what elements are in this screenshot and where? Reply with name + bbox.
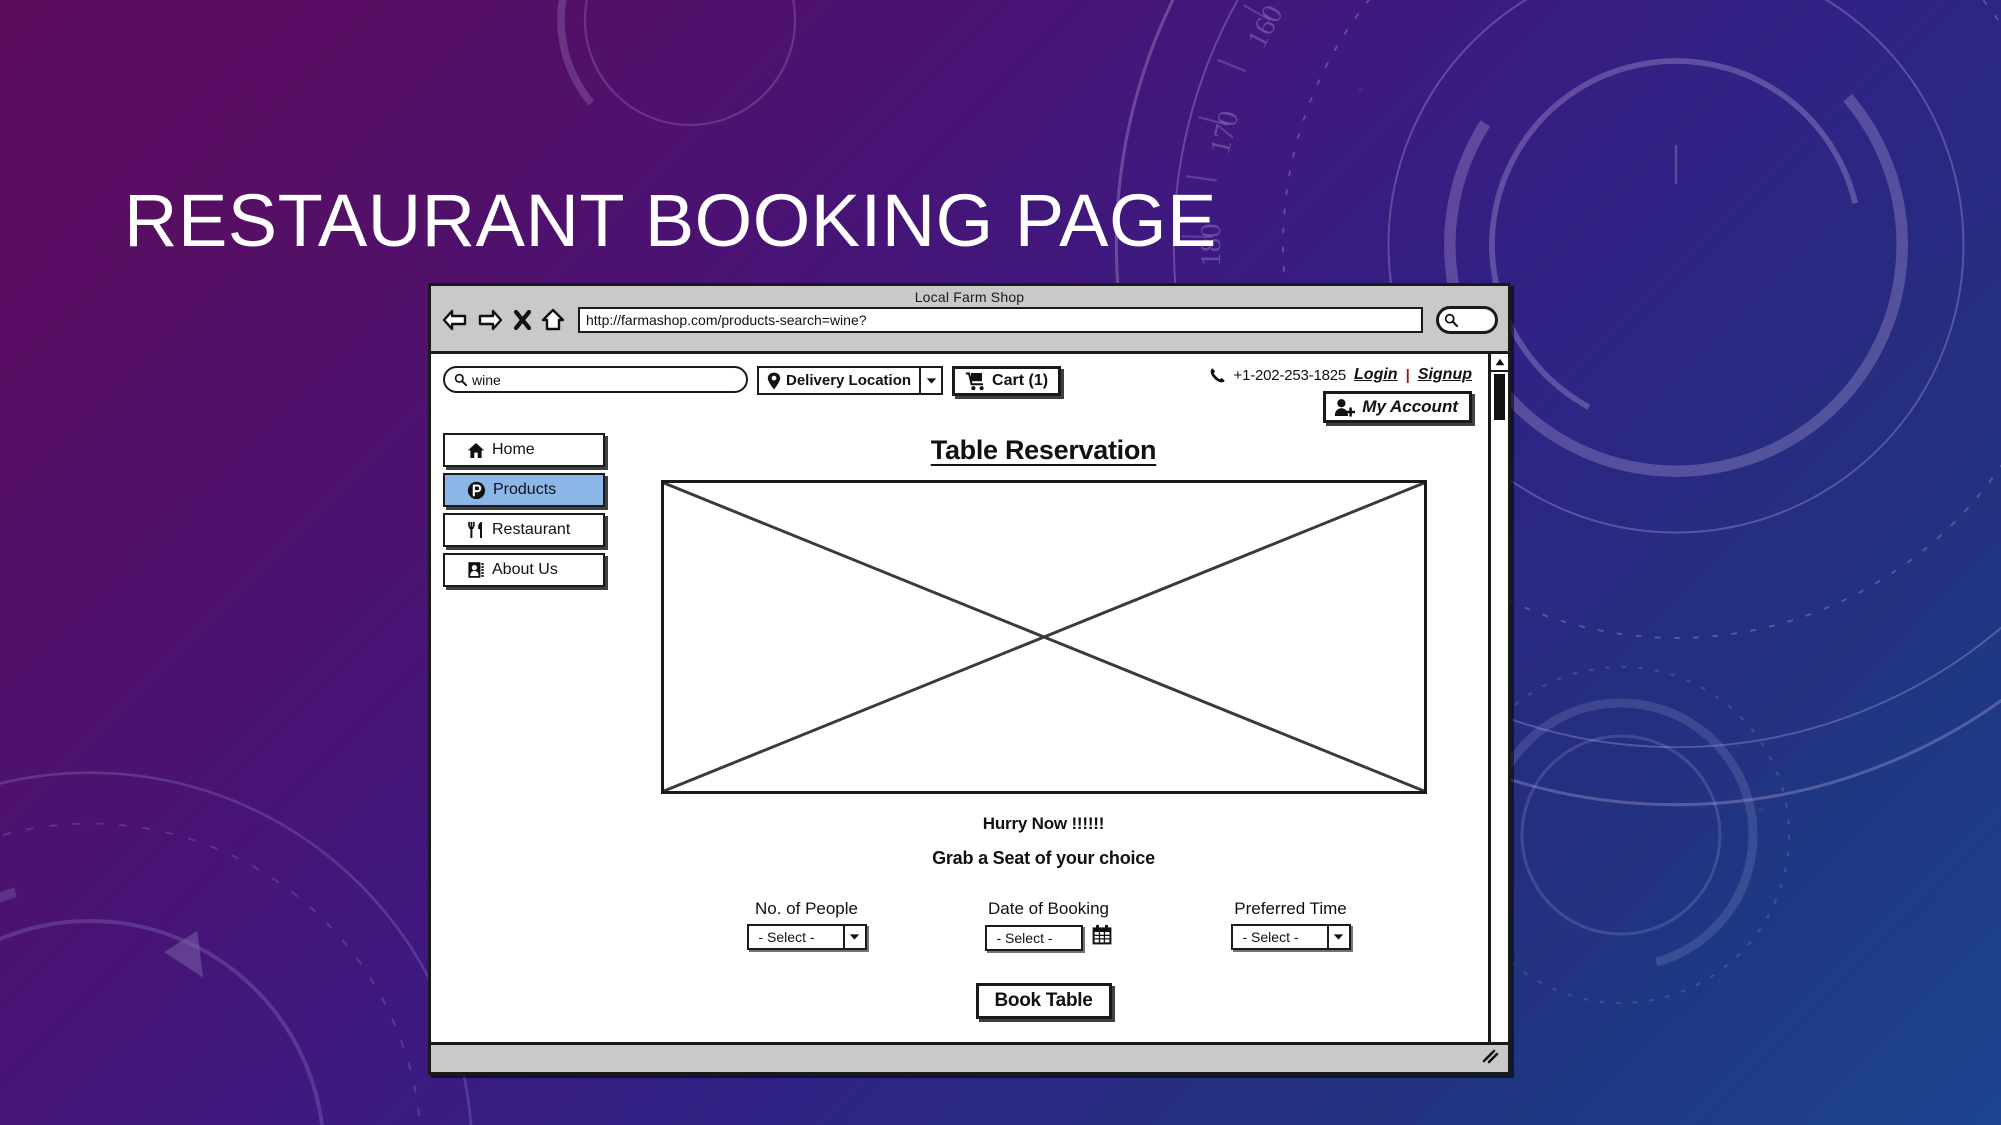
booking-form: No. of People - Select - Date of Booking…: [611, 899, 1476, 951]
contact-card-icon: [468, 562, 484, 578]
user-add-icon: [1335, 398, 1356, 417]
browser-viewport: wine Delivery Location Cart (1) +1-202-2…: [431, 354, 1508, 1072]
browser-window-title: Local Farm Shop: [914, 289, 1025, 305]
browser-status-bar: [431, 1042, 1508, 1072]
page-title: RESTAURANT BOOKING PAGE: [124, 179, 1217, 262]
site-body: Home Products Restaurant About Us Table …: [431, 423, 1488, 1019]
delivery-location-dropdown[interactable]: Delivery Location: [757, 366, 944, 395]
preferred-time-select[interactable]: - Select -: [1230, 924, 1351, 950]
account-area: +1-202-253-1825 Login | Signup My Accoun…: [1209, 366, 1476, 423]
field-no-of-people: No. of People - Select -: [746, 899, 867, 951]
browser-window-mockup: Local Farm Shop http://farmashop.com/pro…: [428, 283, 1511, 1075]
scrollbar-track[interactable]: [1491, 372, 1508, 1054]
signup-link[interactable]: Signup: [1418, 366, 1472, 384]
delivery-location-label: Delivery Location: [786, 372, 912, 389]
field-label: Preferred Time: [1234, 899, 1347, 918]
select-value: - Select -: [996, 929, 1053, 946]
forward-arrow-icon[interactable]: [477, 308, 504, 332]
svg-text:170: 170: [1204, 108, 1245, 158]
url-bar[interactable]: http://farmashop.com/products-search=win…: [578, 307, 1423, 333]
restaurant-banner-placeholder: [660, 480, 1427, 794]
scrollbar-thumb[interactable]: [1494, 374, 1505, 420]
home-icon: [467, 442, 485, 458]
cart-label: Cart (1): [992, 372, 1049, 389]
sidebar-item-about-us[interactable]: About Us: [443, 553, 605, 587]
resize-grip-icon[interactable]: [1480, 1047, 1500, 1070]
book-table-row: Book Table: [611, 983, 1476, 1019]
chevron-down-icon[interactable]: [1326, 926, 1349, 948]
my-account-label: My Account: [1362, 397, 1458, 416]
field-label: Date of Booking: [988, 899, 1109, 918]
vertical-scrollbar[interactable]: [1488, 354, 1508, 1072]
promo-line-1: Hurry Now !!!!!!: [982, 814, 1105, 833]
url-text: http://farmashop.com/products-search=win…: [586, 312, 867, 328]
sidebar-item-home[interactable]: Home: [443, 433, 605, 467]
sidebar-item-products[interactable]: Products: [443, 473, 605, 507]
promo-line-2: Grab a Seat of your choice: [932, 848, 1155, 868]
dial-pointer-icon: [164, 930, 204, 978]
sidebar-item-label: Restaurant: [492, 521, 571, 538]
auth-separator: |: [1405, 366, 1410, 384]
phone-number: +1-202-253-1825: [1233, 366, 1347, 384]
compass-dial-left-decoration: [0, 771, 473, 1125]
slide-canvas: 200 190 180 170 160 150 140 130 120 110 …: [0, 0, 2001, 1125]
cutlery-icon: [468, 522, 482, 538]
sidebar-item-label: Products: [493, 481, 557, 498]
promo-block: Hurry Now !!!!!! Grab a Seat of your cho…: [611, 814, 1476, 869]
select-value: - Select -: [758, 929, 815, 945]
search-input[interactable]: wine: [443, 366, 748, 393]
home-icon[interactable]: [541, 308, 565, 332]
browser-chrome: Local Farm Shop http://farmashop.com/pro…: [431, 286, 1508, 354]
sidebar-item-label: Home: [492, 441, 535, 458]
main-content: Table Reservation Hurry Now !!!!!! Grab …: [605, 433, 1476, 1019]
back-arrow-icon[interactable]: [441, 308, 468, 332]
scroll-up-button[interactable]: [1491, 354, 1508, 372]
search-icon: [1444, 313, 1458, 327]
products-p-icon: [467, 481, 486, 499]
field-date-of-booking: Date of Booking - Select -: [984, 899, 1113, 951]
sidebar-item-restaurant[interactable]: Restaurant: [443, 513, 605, 547]
cart-button[interactable]: Cart (1): [952, 366, 1062, 396]
placeholder-cross-icon: [662, 481, 1425, 793]
web-page-content: wine Delivery Location Cart (1) +1-202-2…: [431, 354, 1488, 1072]
phone-icon: [1210, 367, 1225, 382]
shopping-cart-icon: [965, 372, 984, 390]
ring-decoration-top: [557, 0, 823, 153]
select-value: - Select -: [1242, 929, 1299, 945]
site-header: wine Delivery Location Cart (1) +1-202-2…: [431, 354, 1488, 423]
my-account-button[interactable]: My Account: [1323, 391, 1472, 423]
close-x-icon[interactable]: [513, 309, 532, 331]
no-of-people-select[interactable]: - Select -: [746, 924, 867, 950]
calendar-icon[interactable]: [1091, 924, 1113, 951]
browser-search-box[interactable]: [1436, 306, 1498, 334]
search-icon: [454, 373, 467, 386]
sidebar-nav: Home Products Restaurant About Us: [443, 433, 605, 1019]
book-table-button[interactable]: Book Table: [975, 983, 1112, 1019]
field-label: No. of People: [754, 899, 858, 918]
date-of-booking-input[interactable]: - Select -: [984, 924, 1083, 951]
svg-text:160: 160: [1241, 0, 1290, 53]
page-heading: Table Reservation: [930, 435, 1157, 465]
triangle-up-icon: [1495, 358, 1504, 366]
login-link[interactable]: Login: [1354, 366, 1398, 384]
map-pin-icon: [767, 372, 781, 389]
sidebar-item-label: About Us: [492, 561, 558, 578]
field-preferred-time: Preferred Time - Select -: [1230, 899, 1351, 951]
chevron-down-icon[interactable]: [842, 926, 865, 948]
chevron-down-icon[interactable]: [919, 368, 941, 393]
search-input-value: wine: [472, 371, 501, 388]
